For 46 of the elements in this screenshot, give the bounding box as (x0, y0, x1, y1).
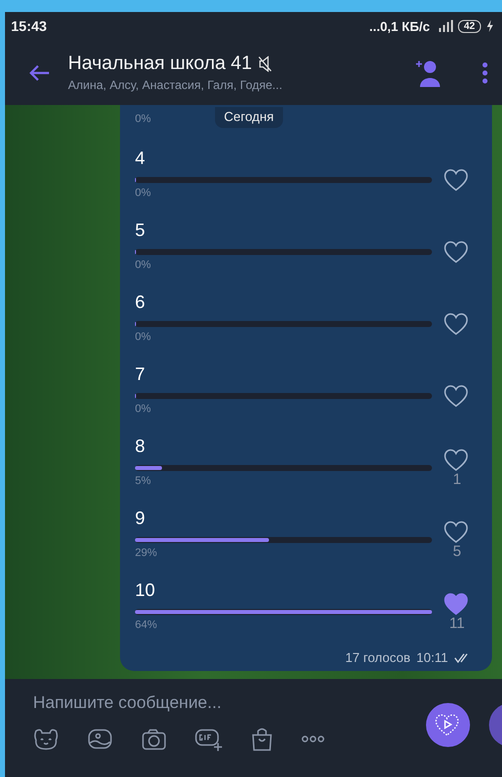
option-percent: 0% (135, 403, 151, 415)
option-percent: 0% (135, 113, 151, 125)
message-time: 10:11 (416, 650, 448, 665)
vote-count: 11 (449, 614, 465, 632)
chat-members: Алина, Алсу, Анастасия, Галя, Годяе... (68, 78, 284, 92)
option-label: 5 (135, 219, 146, 241)
play-heart-icon (435, 714, 461, 736)
network-speed: ...0,1 КБ/с (369, 18, 430, 34)
heart-video-button[interactable] (426, 703, 470, 747)
option-percent: 5% (135, 475, 151, 487)
heart-outline-icon[interactable] (444, 385, 470, 407)
option-percent: 0% (135, 259, 151, 271)
option-percent: 29% (135, 547, 158, 559)
message-input[interactable]: Напишите сообщение... (33, 693, 393, 713)
camera-icon[interactable] (141, 728, 167, 750)
option-label: 9 (135, 507, 146, 529)
option-percent: 0% (135, 331, 151, 343)
option-percent: 64% (135, 619, 158, 631)
option-label: 7 (135, 363, 146, 385)
vote-count: 1 (452, 470, 462, 488)
option-label: 8 (135, 435, 146, 457)
more-icon[interactable] (301, 735, 325, 743)
votes-total: 17 голосов (345, 650, 410, 665)
status-time: 15:43 (11, 18, 47, 34)
vote-count: 5 (452, 542, 462, 560)
back-arrow-icon[interactable] (28, 64, 50, 82)
date-chip: Сегодня (215, 107, 283, 128)
heart-outline-icon[interactable] (444, 448, 470, 470)
gif-add-icon[interactable] (195, 727, 223, 751)
filled-heart-icon[interactable] (444, 592, 470, 614)
option-percent: 0% (135, 187, 151, 199)
chat-title: Начальная школа 41 (68, 53, 252, 75)
option-label: 6 (135, 291, 146, 313)
option-label: 4 (135, 147, 146, 169)
charging-icon (486, 20, 494, 32)
battery-indicator: 42 (458, 20, 481, 32)
image-icon[interactable] (87, 728, 113, 750)
more-menu-icon[interactable] (482, 62, 488, 84)
heart-outline-icon[interactable] (444, 169, 470, 191)
heart-outline-icon[interactable] (444, 241, 470, 263)
heart-outline-icon[interactable] (444, 313, 470, 335)
heart-outline-icon[interactable] (444, 520, 470, 542)
option-label: 10 (135, 579, 156, 601)
add-person-icon[interactable] (414, 58, 442, 86)
shopping-bag-icon[interactable] (251, 727, 273, 751)
bear-sticker-icon[interactable] (33, 728, 59, 750)
